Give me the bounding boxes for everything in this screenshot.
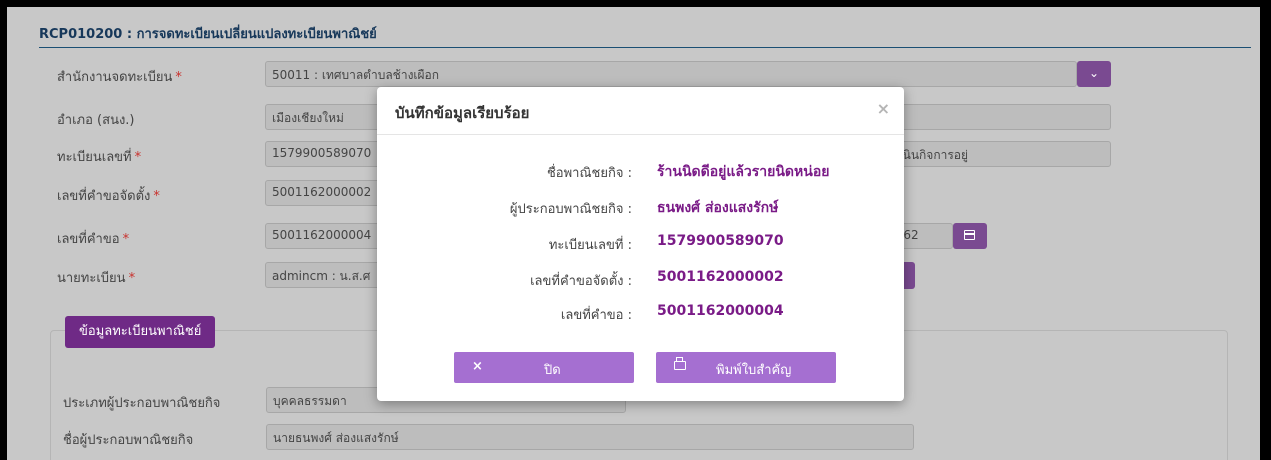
required-mark: * [122,232,130,247]
required-mark: * [175,70,182,85]
info-value: ร้านนิดดีอยู่แล้วรายนิดหน่อย [657,164,830,180]
registrar-select[interactable]: admincm : น.ส.ศ [265,262,385,288]
calendar-icon [964,230,975,240]
info-value: 5001162000002 [657,269,784,285]
chevron-down-icon: ⌄ [1088,66,1100,80]
office-label: สำนักงานจดทะเบียน * [57,70,182,85]
reg-no-input[interactable]: 1579900589070 [265,141,385,167]
registrar-label: นายทะเบียน * [57,271,136,286]
info-key: ชื่อพาณิชยกิจ : [546,166,632,181]
modal-title: บันทึกข้อมูลเรียบร้อย [395,104,530,122]
printer-icon [674,357,686,370]
reg-no-label: ทะเบียนเลขที่ * [57,150,142,165]
close-icon: × [472,359,483,374]
required-mark: * [153,189,160,204]
info-key: ผู้ประกอบพาณิชยกิจ : [509,202,632,217]
page: RCP010200 : การจดทะเบียนเปลี่ยนแปลงทะเบี… [7,7,1260,460]
info-key: เลขที่คำขอจัดตั้ง : [530,274,632,289]
info-row-request-no: เลขที่คำขอ : 5001162000004 [377,301,904,325]
info-row-operator: ผู้ประกอบพาณิชยกิจ : ธนพงศ์ ส่องแสงรักษ์ [377,195,904,219]
request-no-label: เลขที่คำขอ * [57,232,130,247]
info-value: ธนพงศ์ ส่องแสงรักษ์ [657,200,779,216]
setup-no-input[interactable]: 5001162000002 [265,180,385,206]
commercial-info-tab[interactable]: ข้อมูลทะเบียนพาณิชย์ [65,316,216,348]
merchant-name-input[interactable]: นายธนพงศ์ ส่องแสงรักษ์ [266,424,914,450]
merchant-name-label: ชื่อผู้ประกอบพาณิชยกิจ [63,433,194,448]
info-row-business-name: ชื่อพาณิชยกิจ : ร้านนิดดีอยู่แล้วรายนิดห… [377,159,904,183]
info-value: 5001162000004 [657,303,784,319]
close-icon[interactable]: × [877,99,890,118]
close-button-label: ปิด [544,363,561,378]
page-title-bar: RCP010200 : การจดทะเบียนเปลี่ยนแปลงทะเบี… [39,23,1251,48]
info-key: เลขที่คำขอ : [560,308,632,323]
province-input[interactable]: หม่ [877,104,1111,130]
required-mark: * [128,271,136,286]
info-row-reg-no: ทะเบียนเลขที่ : 1579900589070 [377,231,904,255]
merchant-type-label: ประเภทผู้ประกอบพาณิชยกิจ [63,396,221,411]
page-title: RCP010200 : การจดทะเบียนเปลี่ยนแปลงทะเบี… [39,27,377,42]
district-label: อำเภอ (สนง.) [57,113,135,128]
district-input[interactable]: เมืองเชียงใหม่ [265,104,385,130]
info-row-setup-no: เลขที่คำขอจัดตั้ง : 5001162000002 [377,267,904,291]
modal-header: บันทึกข้อมูลเรียบร้อย × [377,87,904,135]
print-certificate-button[interactable]: พิมพ์ใบสำคัญ [656,352,836,383]
request-date-button[interactable] [953,223,987,249]
setup-no-label: เลขที่คำขอจัดตั้ง * [57,189,160,204]
required-mark: * [134,150,142,165]
print-button-label: พิมพ์ใบสำคัญ [716,363,792,378]
office-dropdown-button[interactable]: ⌄ [1077,61,1111,87]
info-key: ทะเบียนเลขที่ : [548,238,632,253]
office-select[interactable]: 50011 : เทศบาลตำบลช้างเผือก [265,61,1077,87]
status-input[interactable]: ดำเนินกิจการอยู่ [877,141,1111,167]
close-button[interactable]: × ปิด [454,352,634,383]
save-success-modal: บันทึกข้อมูลเรียบร้อย × ชื่อพาณิชยกิจ : … [377,87,904,401]
info-value: 1579900589070 [657,233,784,249]
request-no-input[interactable]: 5001162000004 [265,223,385,249]
